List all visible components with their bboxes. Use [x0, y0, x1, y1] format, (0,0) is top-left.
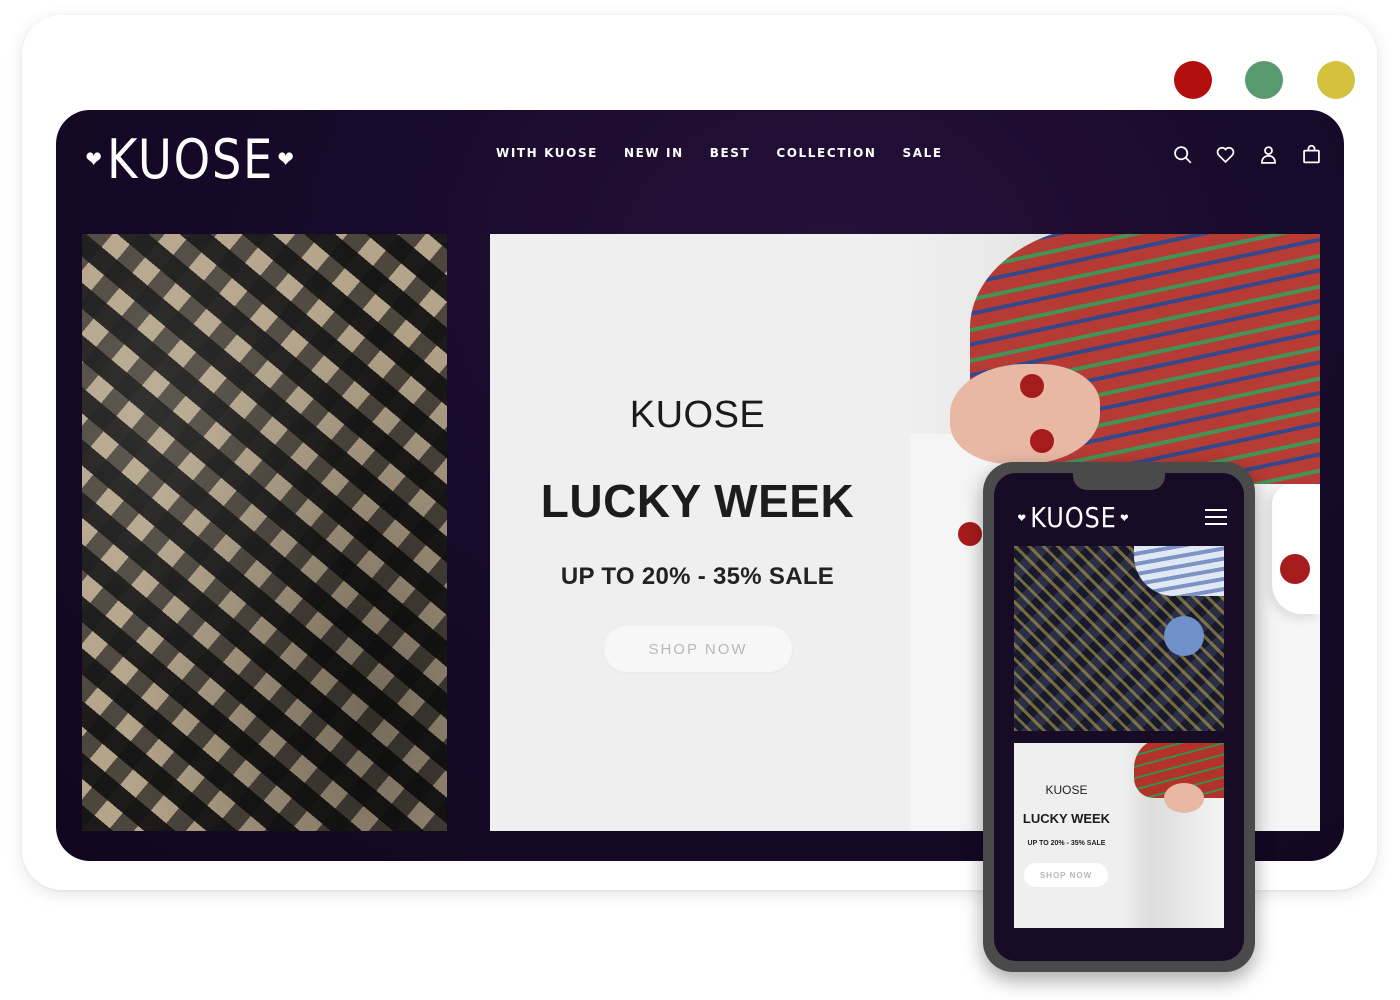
mobile-shop-now-button[interactable]: SHOP NOW — [1024, 863, 1108, 887]
user-icon[interactable] — [1258, 144, 1279, 165]
site-logo[interactable]: ❤ KUOSE ❤ — [82, 128, 299, 191]
nav-item-new-in[interactable]: NEW IN — [624, 146, 684, 160]
hamburger-menu-icon[interactable] — [1205, 509, 1227, 525]
mobile-knit-image[interactable] — [1014, 546, 1224, 731]
header-icons — [1172, 144, 1322, 165]
color-dot-green[interactable] — [1245, 61, 1283, 99]
shop-now-button[interactable]: SHOP NOW — [604, 626, 792, 672]
cherry-tomato — [1280, 554, 1310, 584]
white-pot — [1272, 484, 1320, 614]
nav-item-sale[interactable]: SALE — [903, 146, 943, 160]
cherry-tomato — [958, 522, 982, 546]
mobile-banner-brand: KUOSE — [1045, 783, 1088, 797]
heart-left-icon: ❤ — [1017, 510, 1027, 525]
color-dot-yellow[interactable] — [1317, 61, 1355, 99]
mobile-logo-text: KUOSE — [1030, 501, 1117, 534]
gingham-fabric-image[interactable] — [82, 234, 447, 831]
logo-text: KUOSE — [106, 128, 275, 191]
nav-item-with-kuose[interactable]: WITH KUOSE — [496, 146, 598, 160]
cherry-tomato — [1020, 374, 1044, 398]
flower-motif — [1164, 616, 1204, 656]
mobile-mockup: ❤ KUOSE ❤ KUOSE LUCKY WEEK UP TO 20% - 3… — [983, 462, 1255, 972]
cherry-tomato — [1030, 429, 1054, 453]
mobile-banner-subtitle: UP TO 20% - 35% SALE — [1027, 840, 1106, 847]
bag-icon[interactable] — [1301, 144, 1322, 165]
heart-icon[interactable] — [1215, 144, 1236, 165]
banner-brand: KUOSE — [629, 394, 766, 436]
banner-subtitle: UP TO 20% - 35% SALE — [560, 563, 835, 590]
heart-left-icon: ❤ — [85, 146, 104, 173]
heart-right-icon: ❤ — [1120, 510, 1130, 525]
search-icon[interactable] — [1172, 144, 1193, 165]
color-dot-red[interactable] — [1174, 61, 1212, 99]
phone-notch — [1073, 473, 1165, 490]
mobile-screen: ❤ KUOSE ❤ KUOSE LUCKY WEEK UP TO 20% - 3… — [994, 473, 1244, 961]
banner-title: LUCKY WEEK — [540, 475, 855, 527]
heart-right-icon: ❤ — [277, 146, 296, 173]
main-nav: WITH KUOSE NEW IN BEST COLLECTION SALE — [496, 146, 943, 160]
mobile-banner-title: LUCKY WEEK — [1022, 811, 1111, 826]
mobile-promo-banner: KUOSE LUCKY WEEK UP TO 20% - 35% SALE SH… — [1014, 743, 1224, 928]
nav-item-collection[interactable]: COLLECTION — [776, 146, 876, 160]
hand — [1164, 783, 1204, 813]
nav-item-best[interactable]: BEST — [710, 146, 751, 160]
mobile-logo[interactable]: ❤ KUOSE ❤ — [1014, 501, 1133, 534]
